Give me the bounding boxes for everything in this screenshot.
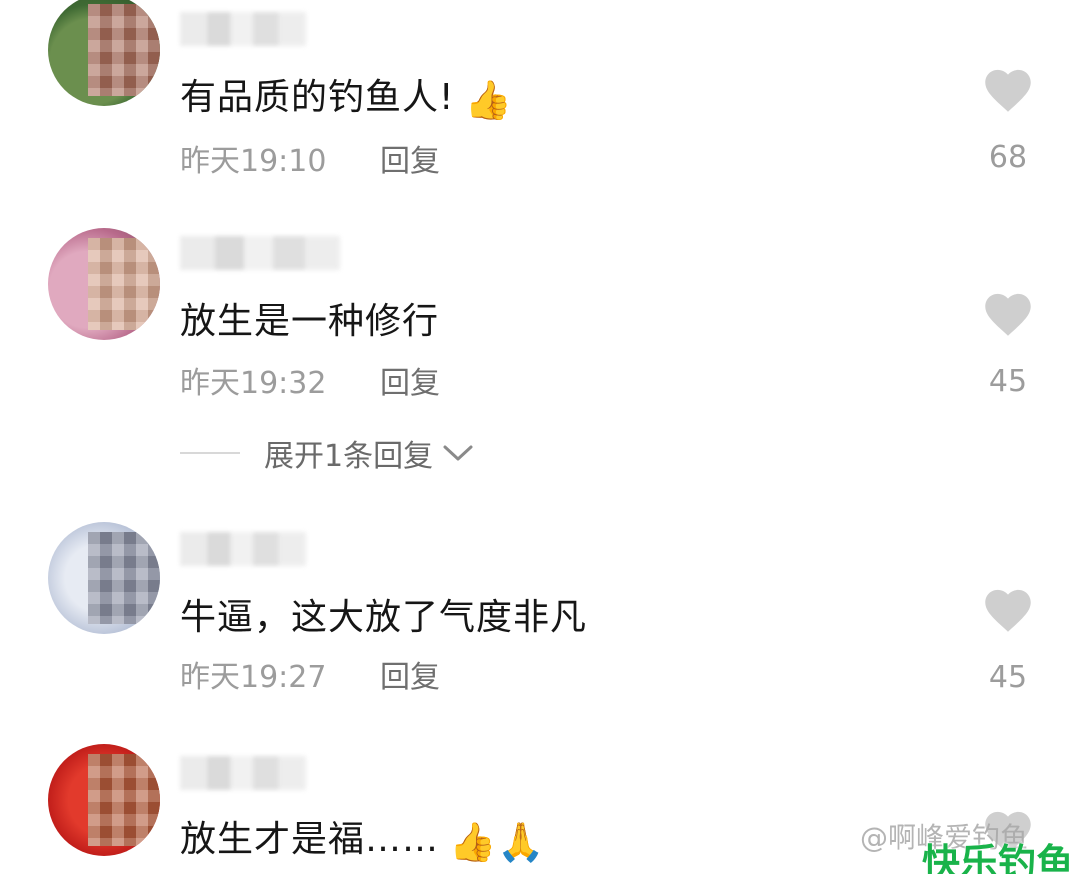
username-blurred[interactable] bbox=[180, 12, 306, 46]
avatar[interactable] bbox=[48, 744, 160, 856]
thumbs-up-pray-emoji: 👍🙏 bbox=[449, 820, 546, 864]
like-button[interactable]: 45 bbox=[976, 288, 1040, 399]
comment-list-page: 有品质的钓鱼人! 👍 昨天19:10 回复 68 放生是一种修行 昨天19:32 … bbox=[0, 0, 1080, 874]
comment-text-content: 放生是一种修行 bbox=[180, 301, 440, 342]
comment-time: 昨天19:32 bbox=[180, 366, 327, 401]
chevron-down-icon bbox=[443, 445, 473, 461]
like-button[interactable]: 45 bbox=[976, 584, 1040, 695]
reply-button[interactable]: 回复 bbox=[380, 358, 440, 402]
heart-icon bbox=[985, 589, 1031, 632]
brand-watermark: 快乐钓鱼 bbox=[922, 841, 1075, 874]
avatar[interactable] bbox=[48, 0, 160, 106]
reply-button[interactable]: 回复 bbox=[380, 652, 440, 696]
reply-button[interactable]: 回复 bbox=[380, 136, 440, 180]
comment-text: 放生是一种修行 bbox=[180, 292, 439, 344]
avatar-mosaic bbox=[88, 238, 160, 330]
username-blurred[interactable] bbox=[180, 756, 306, 790]
avatar[interactable] bbox=[48, 228, 160, 340]
username-blurred[interactable] bbox=[180, 236, 340, 270]
avatar-mosaic bbox=[88, 754, 160, 846]
thumbs-up-emoji: 👍 bbox=[464, 78, 513, 122]
expand-replies-label: 展开1条回复 bbox=[264, 439, 434, 474]
heart-icon bbox=[985, 69, 1031, 112]
comment-text-content: 牛逼，这大放了气度非凡 bbox=[180, 597, 588, 638]
comment-text: 牛逼，这大放了气度非凡 bbox=[180, 588, 587, 640]
like-count: 45 bbox=[988, 364, 1028, 399]
like-count: 45 bbox=[988, 660, 1028, 695]
divider-dash bbox=[180, 452, 240, 454]
avatar-mosaic bbox=[88, 4, 160, 96]
comment-time: 昨天19:27 bbox=[180, 660, 327, 695]
username-blurred[interactable] bbox=[180, 532, 306, 566]
comment-time: 昨天19:10 bbox=[180, 144, 327, 179]
like-count: 68 bbox=[988, 140, 1028, 175]
expand-replies-button[interactable]: 展开1条回复 bbox=[180, 432, 475, 474]
comment-text: 放生才是福…… 👍🙏 bbox=[180, 810, 546, 865]
comment-text: 有品质的钓鱼人! 👍 bbox=[180, 68, 513, 123]
comment-text-content: 放生才是福…… bbox=[180, 819, 440, 860]
heart-icon bbox=[985, 293, 1031, 336]
avatar-mosaic bbox=[88, 532, 160, 624]
avatar[interactable] bbox=[48, 522, 160, 634]
comment-text-content: 有品质的钓鱼人! bbox=[180, 77, 455, 118]
like-button[interactable]: 68 bbox=[976, 64, 1040, 175]
